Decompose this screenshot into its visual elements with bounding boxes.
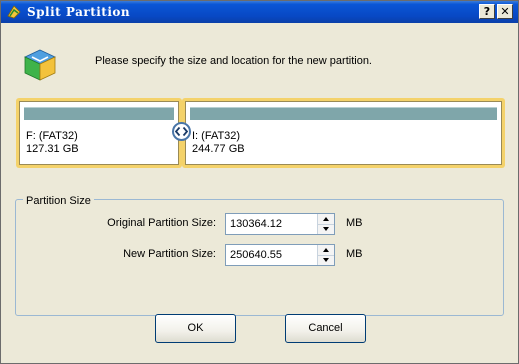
split-partition-dialog: Split Partition ? ✕ Please specify the s… (0, 0, 519, 364)
group-label: Partition Size (23, 195, 94, 207)
cancel-button[interactable]: Cancel (285, 314, 366, 343)
partition-size: 244.77 GB (192, 143, 245, 155)
new-size-unit: MB (346, 248, 363, 260)
disk-cube-icon (24, 49, 56, 81)
app-icon (7, 5, 21, 19)
spin-down-button[interactable] (318, 255, 334, 265)
original-size-value[interactable]: 130364.12 (230, 218, 282, 230)
partition-panel: F: (FAT32) 127.31 GB (19, 101, 179, 165)
arrow-down-icon (323, 227, 329, 231)
partition-size: 127.31 GB (26, 143, 79, 155)
spin-buttons (317, 245, 334, 265)
original-size-stepper[interactable]: 130364.12 (225, 213, 335, 235)
help-button[interactable]: ? (479, 4, 495, 19)
instruction-text: Please specify the size and location for… (95, 55, 372, 67)
partition-block-i[interactable]: I: (FAT32) 244.77 GB (182, 98, 505, 168)
partition-name: F: (FAT32) (26, 130, 78, 142)
resize-handle-button[interactable] (172, 122, 191, 141)
close-button[interactable]: ✕ (497, 4, 513, 19)
spin-down-button[interactable] (318, 224, 334, 234)
partition-name: I: (FAT32) (192, 130, 241, 142)
partition-usage-bar (24, 107, 174, 120)
partition-block-f[interactable]: F: (FAT32) 127.31 GB (16, 98, 182, 168)
new-size-value[interactable]: 250640.55 (230, 249, 282, 261)
partition-usage-bar (190, 107, 497, 120)
arrow-up-icon (323, 248, 329, 252)
new-size-label: New Partition Size: (123, 248, 216, 260)
partition-panel: I: (FAT32) 244.77 GB (185, 101, 502, 165)
arrow-up-icon (323, 217, 329, 221)
arrow-down-icon (323, 258, 329, 262)
original-size-unit: MB (346, 217, 363, 229)
window-title: Split Partition (27, 5, 131, 19)
original-size-label: Original Partition Size: (107, 217, 216, 229)
double-arrow-icon (174, 126, 189, 137)
dialog-body: Please specify the size and location for… (1, 23, 518, 363)
ok-button[interactable]: OK (155, 314, 236, 343)
new-size-stepper[interactable]: 250640.55 (225, 244, 335, 266)
spin-buttons (317, 214, 334, 234)
title-bar[interactable]: Split Partition ? ✕ (1, 1, 518, 23)
